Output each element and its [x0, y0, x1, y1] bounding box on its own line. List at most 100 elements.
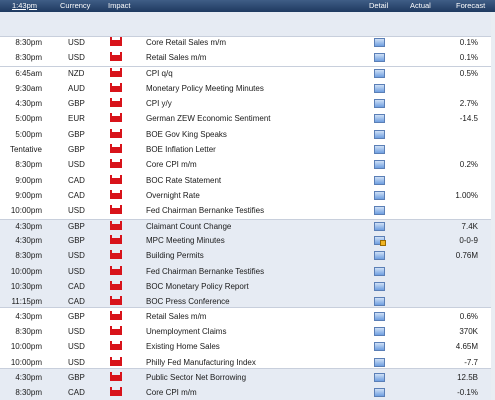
- table-row[interactable]: 8:30pm USD Unemployment Claims 370K: [0, 324, 495, 339]
- table-row[interactable]: 4:30pm GBP MPC Meeting Minutes 0-0-9: [0, 233, 495, 248]
- detail-icon[interactable]: [374, 267, 385, 276]
- detail-icon[interactable]: [374, 191, 385, 200]
- event-title[interactable]: Existing Home Sales: [146, 339, 220, 354]
- event-title[interactable]: Building Permits: [146, 248, 204, 263]
- event-title[interactable]: BOC Press Conference: [146, 294, 230, 309]
- table-row[interactable]: 4:30pm GBP Claimant Count Change 7.4K: [0, 219, 495, 234]
- detail-icon[interactable]: [374, 251, 385, 260]
- detail-icon[interactable]: [374, 69, 385, 78]
- detail-icon[interactable]: [374, 84, 385, 93]
- event-currency: USD: [68, 342, 85, 351]
- event-title[interactable]: German ZEW Economic Sentiment: [146, 111, 270, 126]
- event-currency: USD: [68, 251, 85, 260]
- table-row[interactable]: 8:30pm USD Core CPI m/m 0.2%: [0, 157, 495, 172]
- scrollbar[interactable]: [491, 12, 495, 400]
- event-currency: EUR: [68, 114, 85, 123]
- table-row[interactable]: 8:30pm USD Core Retail Sales m/m 0.1%: [0, 35, 495, 50]
- table-row[interactable]: 8:30pm CAD Core CPI m/m -0.1%: [0, 385, 495, 400]
- event-title[interactable]: Core CPI m/m: [146, 385, 197, 400]
- table-row[interactable]: 6:45am NZD CPI q/q 0.5%: [0, 66, 495, 81]
- event-title[interactable]: Claimant Count Change: [146, 219, 231, 234]
- event-title[interactable]: Fed Chairman Bernanke Testifies: [146, 203, 264, 218]
- table-row[interactable]: 8:30pm USD Building Permits 0.76M: [0, 248, 495, 263]
- event-forecast: [440, 127, 478, 142]
- event-title[interactable]: BOE Inflation Letter: [146, 142, 216, 157]
- event-title[interactable]: Public Sector Net Borrowing: [146, 370, 246, 385]
- detail-icon[interactable]: [374, 388, 385, 397]
- event-time: 10:00pm: [10, 206, 42, 215]
- table-row[interactable]: 4:30pm GBP Retail Sales m/m 0.6%: [0, 309, 495, 324]
- table-row[interactable]: 9:00pm CAD BOC Rate Statement: [0, 173, 495, 188]
- detail-icon[interactable]: [374, 99, 385, 108]
- high-impact-icon: [110, 250, 124, 259]
- event-title[interactable]: CPI q/q: [146, 66, 173, 81]
- detail-icon[interactable]: [374, 327, 385, 336]
- event-title[interactable]: MPC Meeting Minutes: [146, 233, 225, 248]
- event-time: 8:30pm: [15, 388, 42, 397]
- high-impact-icon: [110, 235, 124, 244]
- detail-icon[interactable]: [374, 206, 385, 215]
- event-currency: USD: [68, 267, 85, 276]
- detail-icon[interactable]: [374, 53, 385, 62]
- table-row[interactable]: 10:00pm USD Fed Chairman Bernanke Testifie…: [0, 264, 495, 279]
- detail-icon[interactable]: [374, 114, 385, 123]
- table-row[interactable]: 4:30pm GBP Public Sector Net Borrowing 12.5…: [0, 370, 495, 385]
- event-title[interactable]: Overnight Rate: [146, 188, 200, 203]
- event-time: 4:30pm: [15, 222, 42, 231]
- event-title[interactable]: Core Retail Sales m/m: [146, 35, 226, 50]
- event-time: 4:30pm: [15, 99, 42, 108]
- high-impact-icon: [110, 205, 124, 214]
- high-impact-icon: [110, 387, 124, 396]
- detail-icon[interactable]: [374, 358, 385, 367]
- detail-icon[interactable]: [374, 282, 385, 291]
- event-title[interactable]: BOC Monetary Policy Report: [146, 279, 249, 294]
- detail-icon[interactable]: [374, 373, 385, 382]
- detail-icon[interactable]: [374, 222, 385, 231]
- table-row[interactable]: 4:30pm GBP CPI y/y 2.7%: [0, 96, 495, 111]
- event-currency: CAD: [68, 282, 85, 291]
- high-impact-icon: [110, 311, 124, 320]
- event-currency: NZD: [68, 69, 85, 78]
- event-title[interactable]: Philly Fed Manufacturing Index: [146, 355, 256, 370]
- detail-icon[interactable]: [374, 38, 385, 47]
- table-row[interactable]: 8:30pm USD Retail Sales m/m 0.1%: [0, 50, 495, 65]
- detail-icon[interactable]: [374, 342, 385, 351]
- event-title[interactable]: Retail Sales m/m: [146, 309, 206, 324]
- table-row[interactable]: 5:00pm GBP BOE Gov King Speaks: [0, 127, 495, 142]
- event-forecast: [440, 279, 478, 294]
- event-title[interactable]: Retail Sales m/m: [146, 50, 206, 65]
- table-row[interactable]: 9:30am AUD Monetary Policy Meeting Minutes: [0, 81, 495, 96]
- table-row[interactable]: 10:00pm USD Fed Chairman Bernanke Testifie…: [0, 203, 495, 218]
- event-forecast: 1.00%: [455, 191, 478, 200]
- event-title[interactable]: Fed Chairman Bernanke Testifies: [146, 264, 264, 279]
- detail-icon[interactable]: [374, 236, 386, 246]
- high-impact-icon: [110, 68, 124, 77]
- detail-icon[interactable]: [374, 297, 385, 306]
- event-forecast: 0-0-9: [459, 236, 478, 245]
- table-row[interactable]: 5:00pm EUR German ZEW Economic Sentiment -1…: [0, 111, 495, 126]
- high-impact-icon: [110, 341, 124, 350]
- event-title[interactable]: BOC Rate Statement: [146, 173, 221, 188]
- table-row[interactable]: 10:30pm CAD BOC Monetary Policy Report: [0, 279, 495, 294]
- actual-column-header: Actual: [410, 1, 431, 10]
- table-row[interactable]: 11:15pm CAD BOC Press Conference: [0, 294, 495, 309]
- detail-icon[interactable]: [374, 312, 385, 321]
- event-title[interactable]: Unemployment Claims: [146, 324, 226, 339]
- event-currency: AUD: [68, 84, 85, 93]
- event-title[interactable]: CPI y/y: [146, 96, 172, 111]
- current-time-link[interactable]: 1:43pm: [12, 0, 37, 12]
- event-title[interactable]: Monetary Policy Meeting Minutes: [146, 81, 264, 96]
- table-row[interactable]: 10:00pm USD Philly Fed Manufacturing Index…: [0, 355, 495, 370]
- event-title[interactable]: Core CPI m/m: [146, 157, 197, 172]
- detail-icon[interactable]: [374, 176, 385, 185]
- table-row[interactable]: Tentative GBP BOE Inflation Letter: [0, 142, 495, 157]
- table-row[interactable]: 10:00pm USD Existing Home Sales 4.65M: [0, 339, 495, 354]
- event-title[interactable]: BOE Gov King Speaks: [146, 127, 227, 142]
- detail-icon[interactable]: [374, 130, 385, 139]
- event-time: 9:00pm: [15, 176, 42, 185]
- event-forecast: 0.1%: [459, 53, 478, 62]
- detail-icon[interactable]: [374, 160, 385, 169]
- event-forecast: [440, 142, 478, 157]
- table-row[interactable]: 9:00pm CAD Overnight Rate 1.00%: [0, 188, 495, 203]
- detail-icon[interactable]: [374, 145, 385, 154]
